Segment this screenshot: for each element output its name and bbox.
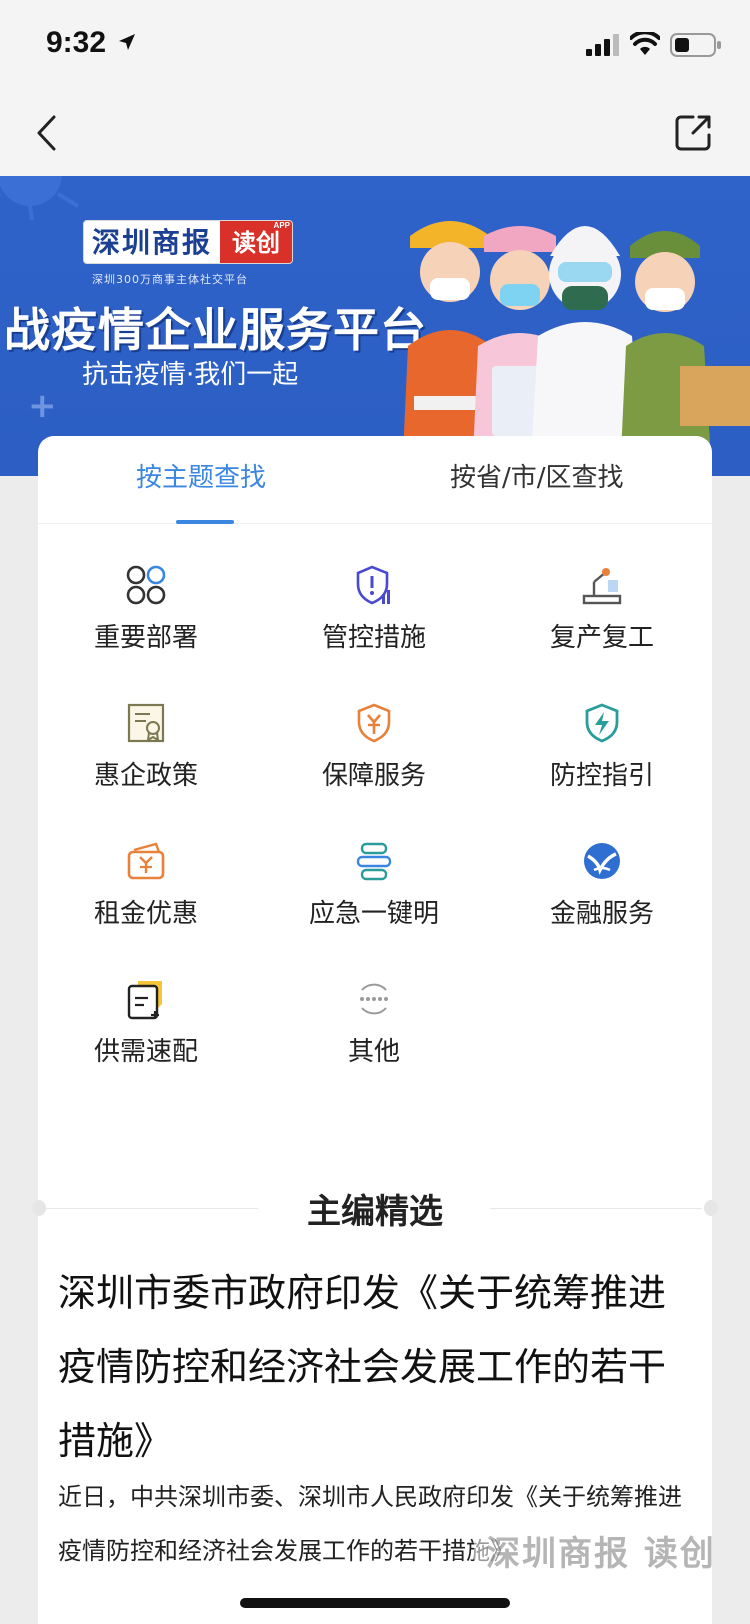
finance-globe-icon [584, 843, 620, 879]
category-label: 其他 [347, 1037, 400, 1067]
hero-banner[interactable]: 深圳商报 读创 APP 深圳300万商事主体社交平台 战疫情企业服务平台 抗击疫… [0, 176, 750, 476]
category-label: 租金优惠 [93, 899, 198, 929]
brand-logo: 深圳商报 读创 APP [83, 220, 293, 264]
category-important-deployment[interactable]: 重要部署 [56, 564, 236, 674]
tab-by-region[interactable]: 按省/市/区查找 [450, 458, 624, 498]
shield-alert-icon [356, 565, 390, 605]
cellular-signal-icon [586, 34, 619, 56]
article-title[interactable]: 深圳市委市政府印发《关于统筹推进疫情防控和经济社会发展工作的若干措施》 [58, 1256, 698, 1478]
battery-icon [670, 33, 721, 57]
banner-subtitle: 抗击疫情·我们一起 [82, 360, 299, 390]
logo-app-text: APP [273, 221, 290, 230]
category-support-services[interactable]: 保障服务 [284, 702, 464, 812]
yuan-shield-icon [357, 703, 391, 743]
status-bar: 9:32 [0, 0, 750, 90]
virus-illustration-icon [0, 176, 80, 221]
yuan-wallet-icon [127, 842, 165, 880]
category-emergency-one-click[interactable]: 应急一键明 [284, 840, 464, 950]
nav-bar [0, 90, 750, 176]
active-tab-indicator [176, 520, 234, 524]
category-financial-services[interactable]: 金融服务 [512, 840, 692, 950]
category-label: 应急一键明 [308, 899, 439, 929]
category-label: 金融服务 [549, 899, 654, 929]
note-add-icon [127, 981, 162, 1020]
back-button[interactable] [26, 108, 66, 158]
category-prevention-guide[interactable]: 防控指引 [512, 702, 692, 812]
machine-icon [582, 568, 622, 605]
more-dots-icon [360, 983, 388, 1015]
frontline-workers-illustration [402, 221, 750, 476]
category-label: 保障服务 [321, 761, 426, 791]
share-button[interactable] [668, 108, 718, 158]
section-title: 主编精选 [307, 1192, 443, 1232]
watermark-logo: 深圳商报 读创 [486, 1534, 716, 1574]
tab-by-topic[interactable]: 按主题查找 [136, 458, 266, 498]
four-circles-icon [126, 565, 166, 605]
category-label: 供需速配 [93, 1037, 198, 1067]
status-time: 9:32 [46, 26, 107, 59]
category-label: 惠企政策 [93, 761, 198, 791]
location-arrow-icon [119, 34, 135, 50]
category-enterprise-policy[interactable]: 惠企政策 [56, 702, 236, 812]
lightning-shield-icon [585, 703, 619, 743]
category-supply-demand-match[interactable]: 供需速配 [56, 978, 236, 1088]
server-stack-icon [356, 842, 392, 881]
category-label: 防控指引 [549, 761, 654, 791]
category-other[interactable]: 其他 [284, 978, 464, 1088]
category-label: 管控措施 [321, 623, 426, 653]
category-control-measures[interactable]: 管控措施 [284, 564, 464, 674]
banner-title: 战疫情企业服务平台 [4, 303, 427, 357]
logo-badge-text: 读创 [232, 228, 280, 257]
share-icon [675, 115, 711, 151]
search-mode-tabs: 按主题查找 按省/市/区查找 [38, 436, 712, 524]
logo-badge: 读创 APP [220, 221, 292, 263]
category-label: 重要部署 [93, 623, 198, 653]
service-card: 按主题查找 按省/市/区查找 重要部署 管控措施 复产复工 惠企政策 保障服务 … [32, 436, 718, 1624]
category-rent-discount[interactable]: 租金优惠 [56, 840, 236, 950]
plus-decoration-icon: + [28, 386, 57, 426]
logo-main-text: 深圳商报 [91, 226, 212, 259]
home-indicator [240, 1598, 510, 1608]
category-label: 复产复工 [549, 623, 654, 653]
logo-subtitle: 深圳300万商事主体社交平台 [92, 273, 248, 286]
wifi-icon [630, 32, 660, 55]
certificate-icon [127, 703, 165, 743]
chevron-left-icon [37, 115, 56, 151]
category-resume-work[interactable]: 复产复工 [512, 564, 692, 674]
